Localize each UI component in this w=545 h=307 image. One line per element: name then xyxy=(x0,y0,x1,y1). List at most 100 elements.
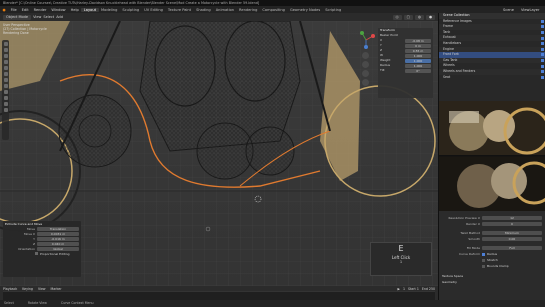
menu-help[interactable]: Help xyxy=(68,8,81,12)
extrude-tool-icon[interactable] xyxy=(3,96,8,100)
menu-window[interactable]: Window xyxy=(49,8,68,12)
perspective-toggle-icon[interactable] xyxy=(362,79,369,86)
stretch-checkbox[interactable] xyxy=(482,258,485,262)
bounds-clamp-label: Bounds Clamp xyxy=(487,264,509,268)
npanel-y-field[interactable]: 0 m xyxy=(405,43,431,48)
draw-tool-icon[interactable] xyxy=(3,90,8,94)
menu-edit[interactable]: Edit xyxy=(19,8,31,12)
workspace-tab-sculpting[interactable]: Sculpting xyxy=(120,8,142,12)
scene-selector[interactable]: Scene xyxy=(500,8,516,12)
move-tool-icon[interactable] xyxy=(3,54,8,58)
play-icon[interactable]: ▶ xyxy=(398,287,400,291)
timeline-playback-menu[interactable]: Playback xyxy=(3,287,17,291)
workspace-tab-geometry-nodes[interactable]: Geometry Nodes xyxy=(287,8,322,12)
menu-render[interactable]: Render xyxy=(31,8,49,12)
workspace-tab-rendering[interactable]: Rendering xyxy=(237,8,260,12)
blender-logo-icon[interactable]: ● xyxy=(0,8,8,12)
visibility-checkbox[interactable] xyxy=(541,25,544,29)
workspace-tab-compositing[interactable]: Compositing xyxy=(260,8,288,12)
npanel-tilt-field[interactable]: 0° xyxy=(405,68,431,73)
npanel-z-field[interactable]: 0.55 m xyxy=(405,48,431,53)
smooth-field[interactable]: 0.00 xyxy=(482,236,542,242)
prop-label: Smooth xyxy=(468,237,480,241)
viewport-info-status: Rendering Done xyxy=(3,31,29,35)
camera-view-icon[interactable] xyxy=(362,70,369,77)
radius-tool-icon[interactable] xyxy=(3,102,8,106)
outliner: Scene Collection Reference Images Frame … xyxy=(438,13,545,101)
tilt-tool-icon[interactable] xyxy=(3,108,8,112)
workspace-tab-uv-editing[interactable]: UV Editing xyxy=(142,8,166,12)
xray-icon[interactable]: ▢ xyxy=(403,14,413,20)
visibility-checkbox[interactable] xyxy=(541,75,544,79)
npanel-w-field[interactable]: 1.000 xyxy=(405,53,431,58)
npanel-radius-field[interactable]: 1.000 xyxy=(405,63,431,68)
reference-image-panel[interactable] xyxy=(438,101,545,211)
workspace-tab-shading[interactable]: Shading xyxy=(194,8,214,12)
status-bar: Select Rotate View Curve Context Menu xyxy=(0,300,545,307)
operator-label: Move X xyxy=(23,231,35,236)
current-frame-field[interactable]: 1 xyxy=(403,287,405,291)
operator-x-field[interactable]: 0.0031 m xyxy=(37,231,79,236)
timeline-keying-menu[interactable]: Keying xyxy=(22,287,33,291)
zoom-icon[interactable] xyxy=(362,52,369,59)
timeline-scrubber[interactable] xyxy=(3,291,435,300)
timeline-marker-menu[interactable]: Marker xyxy=(51,287,62,291)
workspace-tab-animation[interactable]: Animation xyxy=(213,8,236,12)
proportional-editing-checkbox[interactable] xyxy=(35,252,38,255)
overlay-icon[interactable]: ◎ xyxy=(392,14,402,20)
operator-move-field[interactable]: Translation xyxy=(37,226,79,231)
outliner-item[interactable]: Seat xyxy=(439,75,545,81)
select-menu[interactable]: Select xyxy=(43,15,54,19)
fill-mode-dropdown[interactable]: Full xyxy=(482,245,542,251)
visibility-checkbox[interactable] xyxy=(541,59,544,63)
mode-dropdown[interactable]: Object Mode xyxy=(3,14,32,20)
visibility-checkbox[interactable] xyxy=(541,31,544,35)
scale-tool-icon[interactable] xyxy=(3,66,8,70)
geometry-section[interactable]: Geometry xyxy=(439,279,545,285)
workspace-tab-texture-paint[interactable]: Texture Paint xyxy=(165,8,193,12)
workspace-tab-modeling[interactable]: Modeling xyxy=(99,8,120,12)
radius-checkbox[interactable] xyxy=(482,252,485,256)
visibility-checkbox[interactable] xyxy=(541,42,544,46)
top-menu-bar: ● File Edit Render Window Help Layout Mo… xyxy=(0,6,545,13)
visibility-checkbox[interactable] xyxy=(541,19,544,23)
visibility-checkbox[interactable] xyxy=(541,64,544,68)
operator-orientation-field[interactable]: Global xyxy=(37,246,79,251)
viewport-header: Object Mode View Select Add ◎ ▢ ◍ ● xyxy=(0,13,438,21)
navigation-gizmo-icon[interactable] xyxy=(356,30,376,50)
prop-label: Twist Method xyxy=(460,231,480,235)
tool-shelf xyxy=(2,40,9,140)
resolution-preview-u-field[interactable]: 12 xyxy=(482,215,542,221)
timeline: Playback Keying View Marker ▶ 1 Start 1 … xyxy=(0,286,438,300)
operator-y-field[interactable]: -0.016 m xyxy=(37,236,79,241)
render-u-field[interactable]: 0 xyxy=(482,221,542,227)
workspace-tab-layout[interactable]: Layout xyxy=(81,7,99,12)
view-menu[interactable]: View xyxy=(33,15,41,19)
measure-tool-icon[interactable] xyxy=(3,84,8,88)
select-box-tool-icon[interactable] xyxy=(3,42,8,46)
add-menu[interactable]: Add xyxy=(56,15,63,19)
visibility-checkbox[interactable] xyxy=(541,70,544,74)
bounds-clamp-checkbox[interactable] xyxy=(482,264,485,268)
cursor-tool-icon[interactable] xyxy=(3,48,8,52)
shading-solid-icon[interactable]: ● xyxy=(425,14,435,20)
npanel-x-field[interactable]: -0.08 m xyxy=(405,38,431,43)
annotate-tool-icon[interactable] xyxy=(3,78,8,82)
transform-tool-icon[interactable] xyxy=(3,72,8,76)
twist-method-dropdown[interactable]: Minimum xyxy=(482,230,542,236)
view-layer-selector[interactable]: ViewLayer xyxy=(518,8,542,12)
visibility-checkbox[interactable] xyxy=(541,47,544,51)
visibility-checkbox[interactable] xyxy=(541,36,544,40)
npanel-weight-field[interactable]: 1.000 xyxy=(405,58,431,63)
start-frame-field[interactable]: Start 1 xyxy=(408,287,419,291)
curve-deform-label: Curve Deform xyxy=(459,252,480,256)
pan-hand-icon[interactable] xyxy=(362,61,369,68)
shading-wireframe-icon[interactable]: ◍ xyxy=(414,14,424,20)
visibility-checkbox[interactable] xyxy=(541,53,544,57)
operator-z-field[interactable]: 0.040 m xyxy=(37,241,79,246)
rotate-tool-icon[interactable] xyxy=(3,60,8,64)
timeline-view-menu[interactable]: View xyxy=(38,287,46,291)
workspace-tab-scripting[interactable]: Scripting xyxy=(323,8,344,12)
end-frame-field[interactable]: End 250 xyxy=(422,287,435,291)
menu-file[interactable]: File xyxy=(8,8,19,12)
